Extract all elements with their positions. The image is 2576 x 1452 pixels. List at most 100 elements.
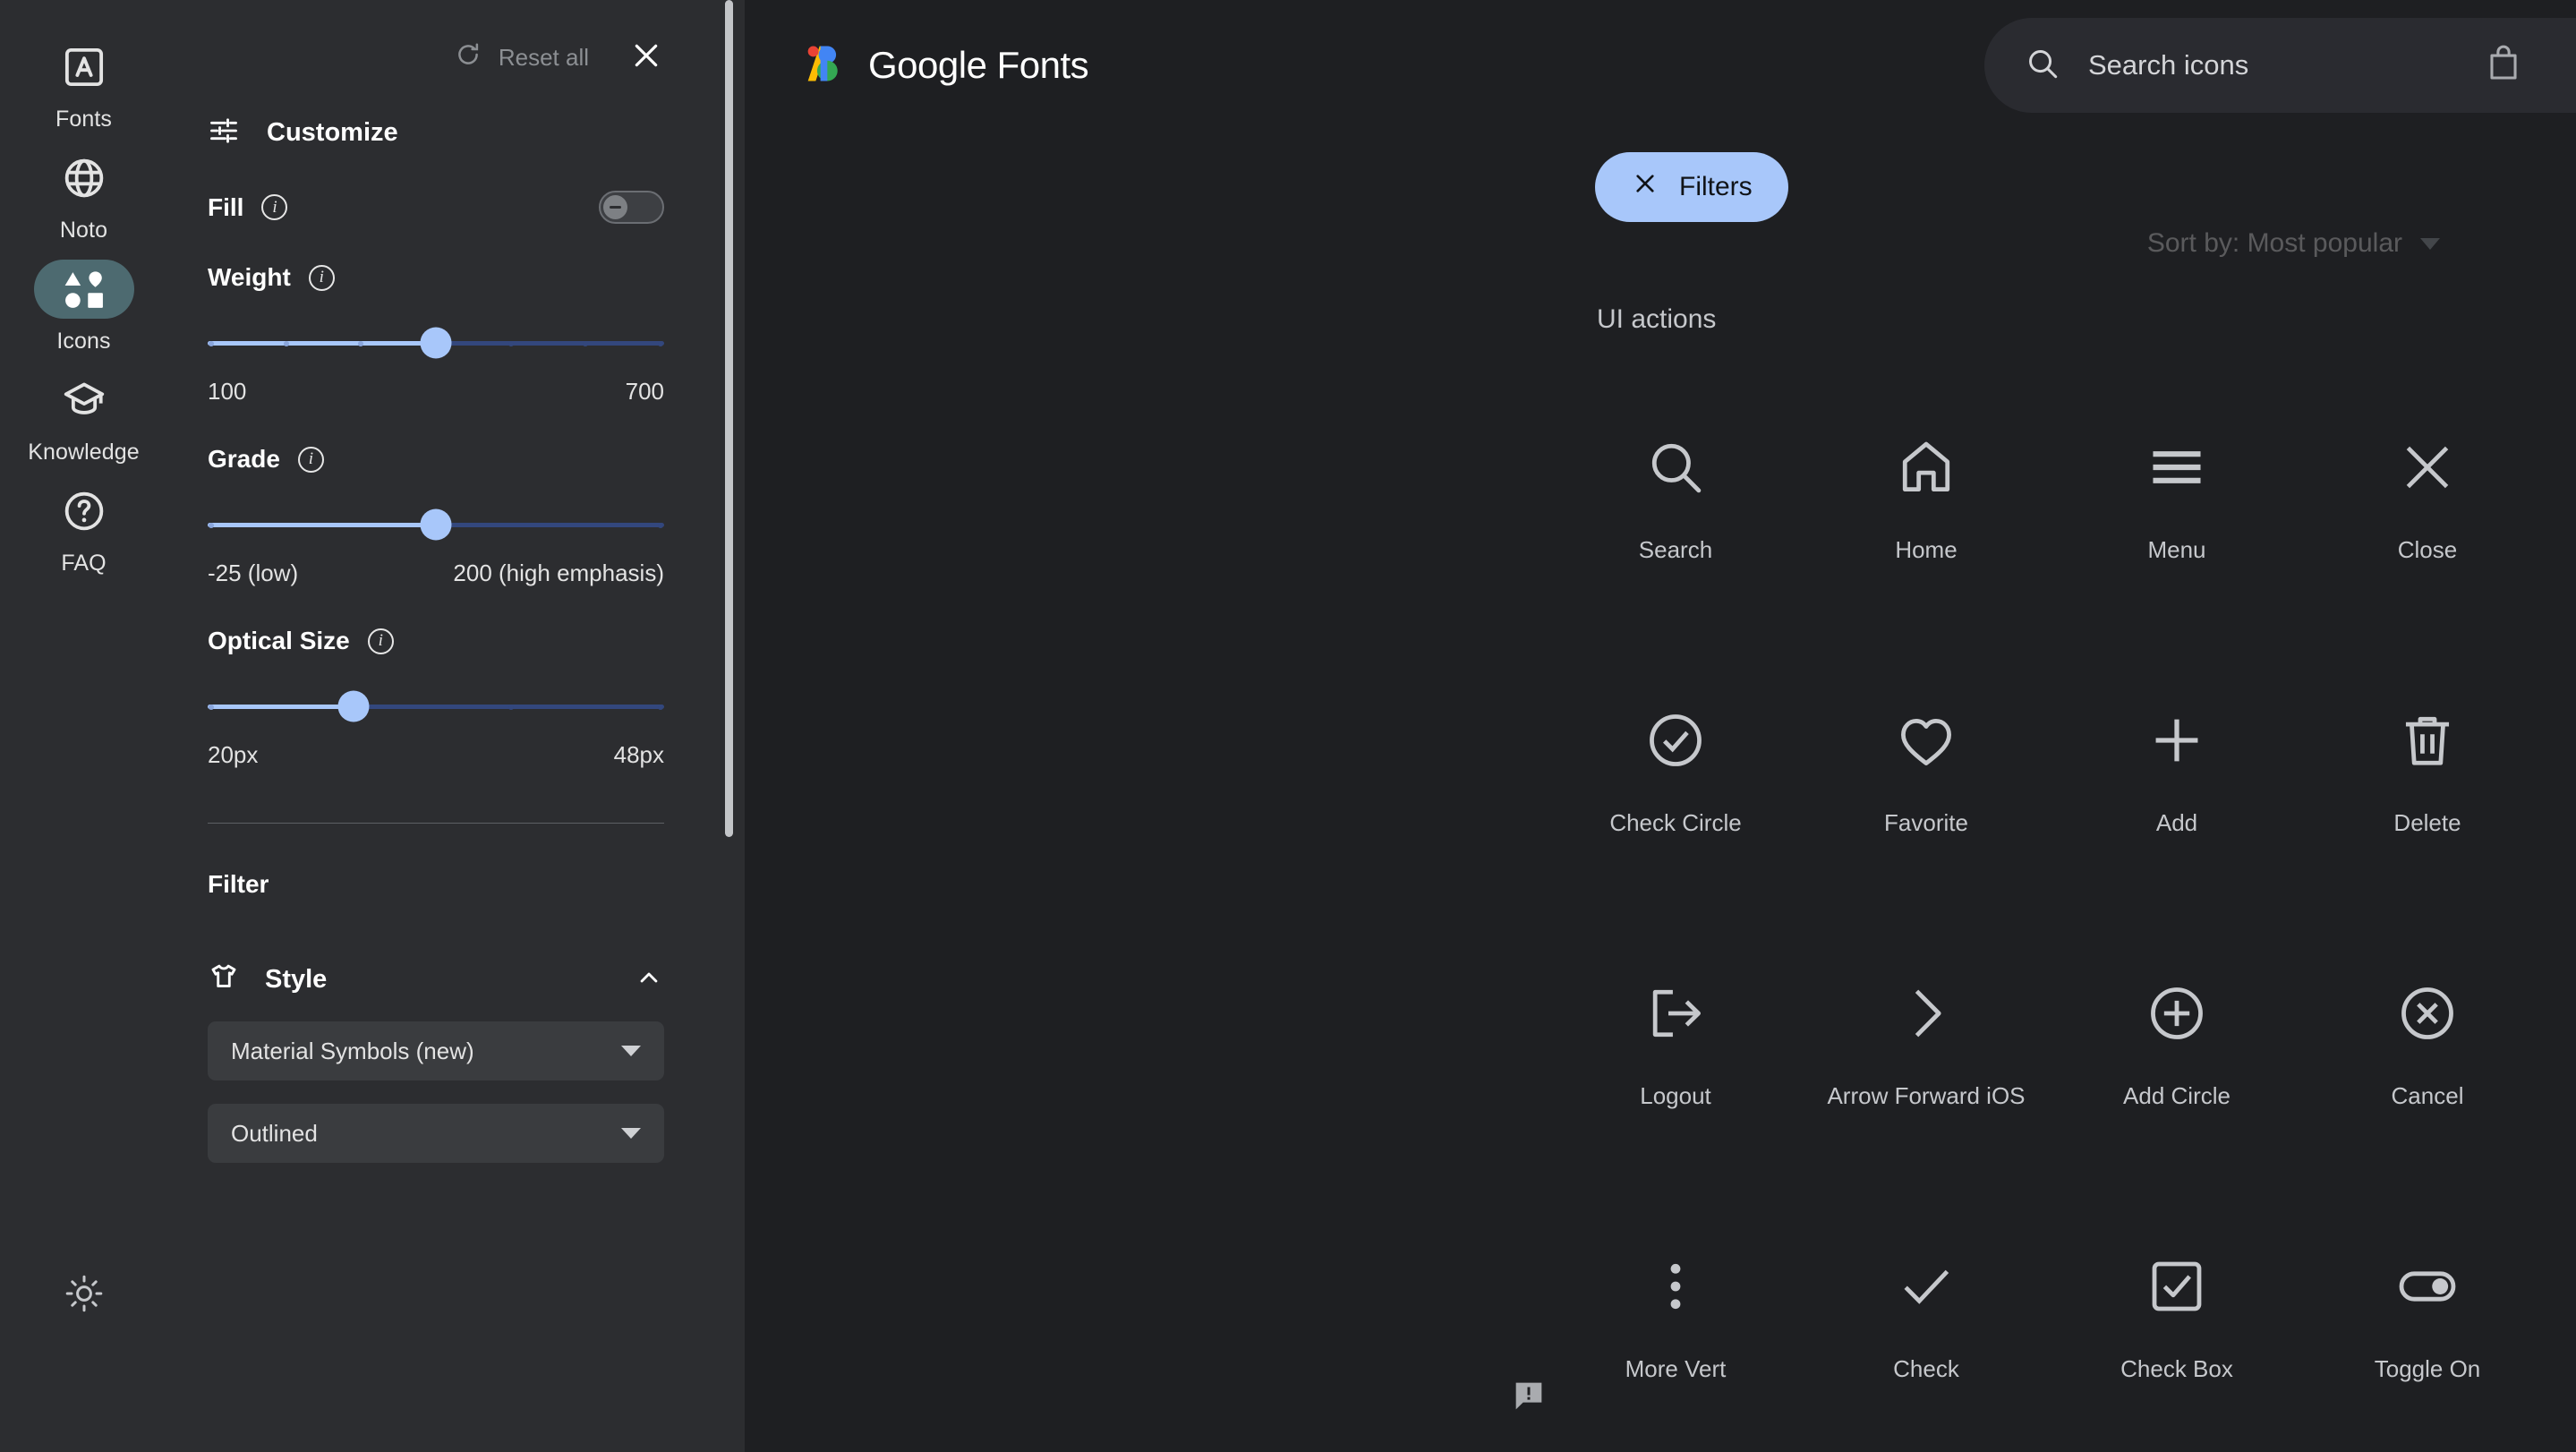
icon-name: Home — [1895, 536, 1958, 563]
sidebar-item-label: Knowledge — [28, 440, 140, 465]
icon-card[interactable]: Menu — [2051, 385, 2302, 658]
icon-card[interactable]: Arrow Back — [2553, 658, 2576, 931]
icon-card[interactable]: Settings — [2553, 385, 2576, 658]
grade-min-label: -25 (low) — [208, 559, 299, 586]
sidebar-item-noto[interactable]: Noto — [30, 149, 138, 243]
icon-name: Menu — [2147, 536, 2206, 563]
sidebar-item-fonts[interactable]: Fonts — [30, 38, 138, 132]
style-family-select[interactable]: Material Symbols (new) — [208, 1021, 664, 1080]
plus-circle-icon — [2144, 963, 2210, 1063]
icon-card[interactable]: More Vert — [1550, 1204, 1801, 1452]
icon-name: Search — [1638, 536, 1713, 563]
icon-name: Favorite — [1884, 809, 1968, 836]
icon-card[interactable]: Check Box — [2051, 1204, 2302, 1452]
sidebar-item-label: Noto — [59, 218, 108, 243]
info-icon[interactable]: i — [297, 446, 324, 473]
section-title: UI actions — [1597, 304, 1717, 334]
heart-icon — [1893, 690, 1959, 790]
slider-thumb[interactable] — [420, 327, 452, 359]
icon-card[interactable]: Check — [1801, 1204, 2051, 1452]
search-icon — [1642, 417, 1709, 517]
icon-card[interactable]: Arrow Forward iOS — [1801, 931, 2051, 1204]
panel-scrollbar[interactable] — [725, 0, 733, 837]
slider-thumb[interactable] — [420, 508, 452, 541]
check-circle-icon — [1642, 690, 1709, 790]
icon-name: Add — [2155, 809, 2198, 836]
icon-card[interactable]: Arrow Back iOS — [2553, 931, 2576, 1204]
customize-panel: Reset all Customize Fill i Weight i 100 … — [167, 0, 745, 1452]
globe-icon — [60, 154, 108, 202]
icon-card[interactable]: Grade — [2553, 1204, 2576, 1452]
style-family-value: Material Symbols (new) — [231, 1037, 474, 1064]
check-box-icon — [2144, 1236, 2210, 1337]
sidebar-item-label: FAQ — [61, 551, 107, 576]
reset-all-button[interactable]: Reset all — [454, 40, 589, 75]
icon-name: Toggle On — [2374, 1355, 2481, 1382]
icon-card[interactable]: Home — [1801, 385, 2051, 658]
icon-card[interactable]: Cancel — [2302, 931, 2553, 1204]
sidebar-item-label: Fonts — [55, 107, 113, 132]
style-variant-select[interactable]: Outlined — [208, 1104, 664, 1163]
icon-card[interactable]: Search — [1550, 385, 1801, 658]
trash-icon — [2394, 690, 2461, 790]
panel-divider — [208, 823, 664, 824]
close-panel-button[interactable] — [628, 38, 664, 78]
icon-card[interactable]: Check Circle — [1550, 658, 1801, 931]
icon-card[interactable]: Add — [2051, 658, 2302, 931]
theme-toggle-button[interactable] — [53, 1264, 115, 1327]
reset-all-label: Reset all — [498, 43, 589, 71]
fill-toggle-switch[interactable] — [599, 191, 664, 224]
icon-card[interactable]: Logout — [1550, 931, 1801, 1204]
sidebar-item-knowledge[interactable]: Knowledge — [28, 371, 140, 465]
icon-name: Logout — [1640, 1082, 1711, 1109]
optical-size-slider[interactable] — [208, 690, 664, 722]
sidebar-item-icons[interactable]: Icons — [30, 260, 138, 354]
icon-name: Check — [1893, 1355, 1959, 1382]
info-icon[interactable]: i — [308, 264, 335, 291]
panel-header: Reset all — [208, 34, 664, 81]
icon-card[interactable]: Favorite — [1801, 658, 2051, 931]
icon-card[interactable]: Close — [2302, 385, 2553, 658]
style-title: Style — [265, 965, 328, 994]
left-nav-rail: Fonts Noto Icons Knowledge FAQ — [0, 0, 167, 1452]
brand-logo[interactable]: Google Fonts — [800, 40, 1089, 91]
grade-label: Grade — [208, 445, 280, 473]
check-icon — [1893, 1236, 1959, 1337]
optical-size-label: Optical Size — [208, 627, 350, 654]
slider-track-fill — [208, 341, 436, 346]
weight-slider[interactable] — [208, 327, 664, 359]
search-placeholder: Search icons — [2088, 49, 2249, 81]
chevron-right-ios-icon — [1893, 963, 1959, 1063]
info-icon[interactable]: i — [367, 628, 394, 654]
slider-track-fill — [208, 705, 354, 709]
ghost-sort-by-label: Sort by: Most popular — [2147, 228, 2440, 259]
sidebar-item-faq[interactable]: FAQ — [30, 482, 138, 577]
weight-max-label: 700 — [625, 378, 664, 405]
icon-name: Check Box — [2120, 1355, 2233, 1382]
shopping-bag-button[interactable] — [2483, 43, 2524, 89]
top-bar: Google Fonts Search icons Sort by: Most … — [745, 0, 2576, 131]
icon-name: Close — [2397, 536, 2458, 563]
slider-track-fill — [208, 523, 436, 527]
slider-thumb[interactable] — [337, 690, 370, 722]
chevron-up-icon — [634, 962, 664, 997]
style-section-header[interactable]: Style — [208, 961, 664, 998]
feedback-button[interactable] — [1511, 1378, 1547, 1418]
x-circle-icon — [2394, 963, 2461, 1063]
filters-button[interactable]: Filters — [1595, 152, 1788, 222]
optical-size-min-label: 20px — [208, 741, 259, 768]
plus-icon — [2144, 690, 2210, 790]
grade-slider[interactable] — [208, 508, 664, 541]
search-icon — [2024, 45, 2061, 87]
google-fonts-logo — [800, 40, 847, 91]
icon-card[interactable]: Delete — [2302, 658, 2553, 931]
info-icon[interactable]: i — [261, 194, 288, 220]
tshirt-icon — [208, 961, 240, 998]
icon-card[interactable]: Add Circle — [2051, 931, 2302, 1204]
ghost-sort-text: Sort by: Most popular — [2146, 228, 2402, 258]
refresh-icon — [454, 40, 482, 75]
icon-grid: Search Home Menu Close Check Circle Favo… — [1550, 385, 2576, 1452]
font-square-icon — [60, 43, 108, 91]
fill-control-row: Fill i — [208, 191, 664, 224]
icon-card[interactable]: Toggle On — [2302, 1204, 2553, 1452]
